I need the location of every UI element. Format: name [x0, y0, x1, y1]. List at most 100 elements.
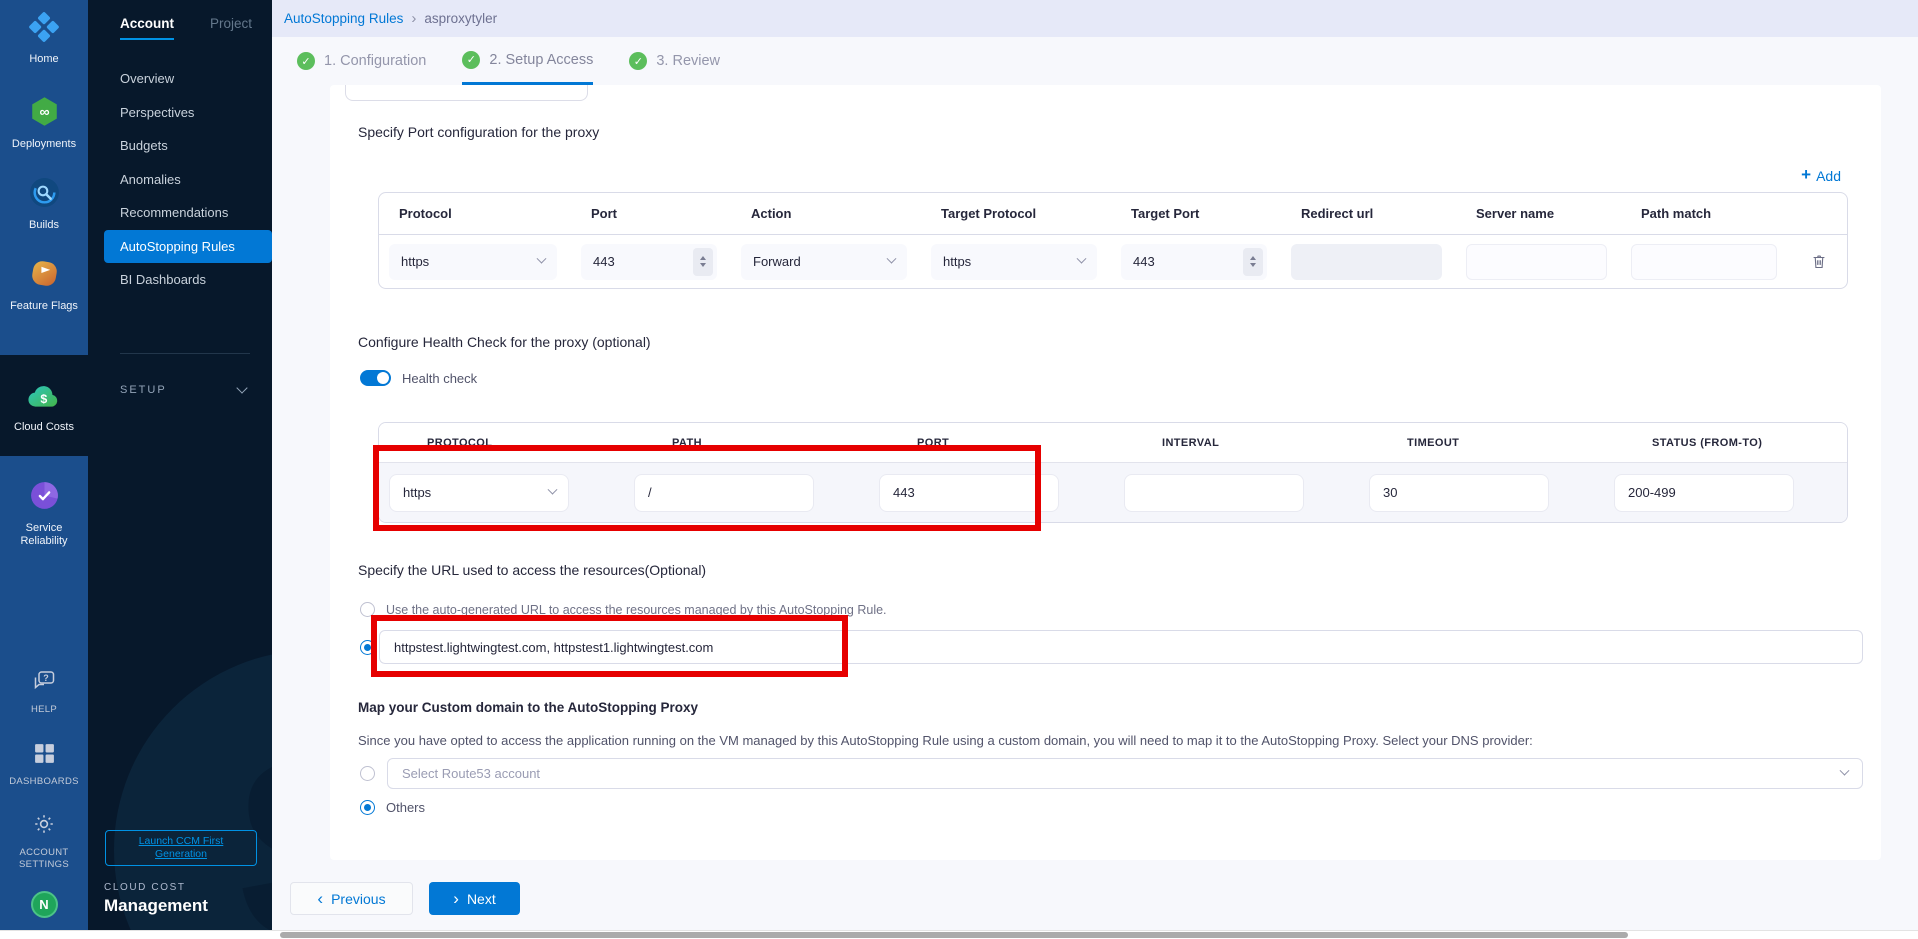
nav-item-perspectives[interactable]: Perspectives — [88, 96, 272, 130]
col-action: Action — [731, 206, 921, 221]
previous-button[interactable]: ‹ Previous — [290, 882, 413, 915]
sidebar-item-label: Home — [3, 53, 85, 66]
health-check-heading: Configure Health Check for the proxy (op… — [358, 334, 651, 350]
redirect-url-input[interactable] — [1291, 244, 1442, 280]
sidebar-item-feature-flags[interactable]: Feature Flags — [0, 258, 88, 313]
nav-item-bi-dashboards[interactable]: BI Dashboards — [88, 263, 272, 297]
col-hc-interval: INTERVAL — [1114, 437, 1359, 449]
protocol-select[interactable]: https — [389, 244, 557, 280]
col-hc-timeout: TIMEOUT — [1359, 437, 1604, 449]
help-icon: ? — [31, 669, 57, 697]
sidebar-item-label: Builds — [3, 219, 85, 232]
scrollbar-thumb[interactable] — [280, 932, 1628, 938]
sidebar-item-dashboards[interactable]: DASHBOARDS — [0, 742, 88, 788]
hc-timeout-field — [1369, 474, 1549, 512]
port-table-row: https Forward https — [379, 235, 1847, 288]
sidebar-item-home[interactable]: Home — [0, 12, 88, 66]
action-select[interactable]: Forward — [741, 244, 907, 280]
hc-timeout-input[interactable] — [1370, 485, 1548, 500]
user-avatar[interactable]: N — [31, 891, 58, 918]
horizontal-scrollbar[interactable] — [0, 930, 1918, 939]
app-window: Home ∞ Deployments Builds Feature Flags … — [0, 0, 1918, 939]
delete-row-button[interactable] — [1791, 253, 1847, 270]
nav-divider — [120, 353, 250, 354]
sidebar-item-help[interactable]: ? HELP — [0, 669, 88, 716]
health-check-table: PROTOCOL PATH PORT INTERVAL TIMEOUT STAT… — [378, 422, 1848, 523]
builds-icon — [29, 177, 60, 212]
hc-port-input[interactable] — [880, 485, 1058, 500]
sidebar-item-deployments[interactable]: ∞ Deployments — [0, 96, 88, 151]
target-protocol-select[interactable]: https — [931, 244, 1097, 280]
route53-radio[interactable] — [360, 766, 375, 781]
nav-item-recommendations[interactable]: Recommendations — [88, 196, 272, 230]
nav-item-autostopping-rules[interactable]: AutoStopping Rules — [104, 230, 272, 264]
global-sidebar: Home ∞ Deployments Builds Feature Flags … — [0, 0, 88, 930]
auto-url-radio[interactable] — [360, 602, 375, 617]
port-field — [581, 244, 717, 280]
sidebar-item-account-settings[interactable]: ACCOUNT SETTINGS — [0, 812, 88, 871]
add-port-row-button[interactable]: + Add — [1801, 167, 1841, 185]
feature-flags-icon — [29, 258, 60, 293]
number-stepper[interactable] — [693, 248, 713, 276]
hc-path-input[interactable] — [635, 485, 813, 500]
col-target-protocol: Target Protocol — [921, 206, 1111, 221]
chevron-down-icon — [887, 254, 897, 264]
step-review[interactable]: ✓ 3. Review — [629, 37, 720, 85]
hc-interval-input[interactable] — [1125, 485, 1303, 500]
setup-access-panel: Specify Port configuration for the proxy… — [330, 85, 1881, 860]
breadcrumb: AutoStopping Rules › asproxytyler — [272, 0, 1918, 37]
sidebar-item-service-reliability[interactable]: Service Reliability — [0, 480, 88, 548]
sidebar-item-cloud-costs[interactable]: $ Cloud Costs — [0, 355, 88, 456]
dashboards-icon — [33, 742, 56, 769]
others-radio[interactable] — [360, 800, 375, 815]
nav-item-budgets[interactable]: Budgets — [88, 129, 272, 163]
nav-item-overview[interactable]: Overview — [88, 62, 272, 96]
wizard-steps: ✓ 1. Configuration ✓ 2. Setup Access ✓ 3… — [272, 37, 1918, 85]
check-circle-icon: ✓ — [297, 52, 315, 70]
custom-url-radio[interactable] — [360, 640, 375, 655]
hc-protocol-select[interactable]: https — [389, 474, 569, 512]
module-nav-list: Overview Perspectives Budgets Anomalies … — [88, 62, 272, 297]
scope-tabs: Account Project — [88, 0, 272, 40]
hc-status-input[interactable] — [1615, 485, 1793, 500]
hc-interval-field — [1124, 474, 1304, 512]
server-name-input[interactable] — [1467, 254, 1606, 269]
harness-logo-icon — [29, 12, 59, 46]
custom-url-input[interactable] — [379, 630, 1863, 664]
cloud-costs-icon: $ — [27, 383, 61, 414]
step-configuration[interactable]: ✓ 1. Configuration — [297, 37, 426, 85]
tab-project[interactable]: Project — [210, 16, 252, 40]
auto-url-option: Use the auto-generated URL to access the… — [360, 602, 887, 617]
route53-select[interactable]: Select Route53 account — [387, 758, 1863, 789]
step-label: 1. Configuration — [324, 53, 426, 69]
col-hc-protocol: PROTOCOL — [379, 437, 624, 449]
others-option: Others — [360, 800, 425, 815]
step-setup-access[interactable]: ✓ 2. Setup Access — [462, 37, 593, 85]
tab-account[interactable]: Account — [120, 16, 174, 40]
nav-item-anomalies[interactable]: Anomalies — [88, 163, 272, 197]
step-label: 2. Setup Access — [489, 52, 593, 68]
dns-section-heading: Map your Custom domain to the AutoStoppi… — [358, 700, 698, 715]
breadcrumb-parent-link[interactable]: AutoStopping Rules — [284, 11, 403, 26]
launch-ccm-first-gen-button[interactable]: Launch CCM First Generation — [105, 830, 257, 866]
gear-icon — [32, 812, 56, 840]
number-stepper[interactable] — [1243, 248, 1263, 276]
service-reliability-icon — [29, 480, 60, 515]
chevron-down-icon — [548, 485, 558, 495]
sidebar-item-builds[interactable]: Builds — [0, 177, 88, 232]
chevron-down-icon — [1840, 766, 1850, 776]
svg-text:∞: ∞ — [39, 104, 49, 120]
setup-label: SETUP — [120, 384, 167, 396]
path-match-input[interactable] — [1632, 254, 1776, 269]
brand-name: Management — [104, 896, 258, 916]
hc-path-field — [634, 474, 814, 512]
col-redirect-url: Redirect url — [1281, 206, 1456, 221]
setup-section-toggle[interactable]: SETUP — [88, 384, 272, 396]
port-config-heading: Specify Port configuration for the proxy — [358, 124, 599, 140]
target-port-input[interactable] — [1121, 254, 1243, 269]
next-button[interactable]: › Next — [429, 882, 520, 915]
port-input[interactable] — [581, 254, 693, 269]
target-port-field — [1121, 244, 1267, 280]
health-check-toggle[interactable] — [360, 370, 391, 386]
port-config-table: Protocol Port Action Target Protocol Tar… — [378, 192, 1848, 289]
